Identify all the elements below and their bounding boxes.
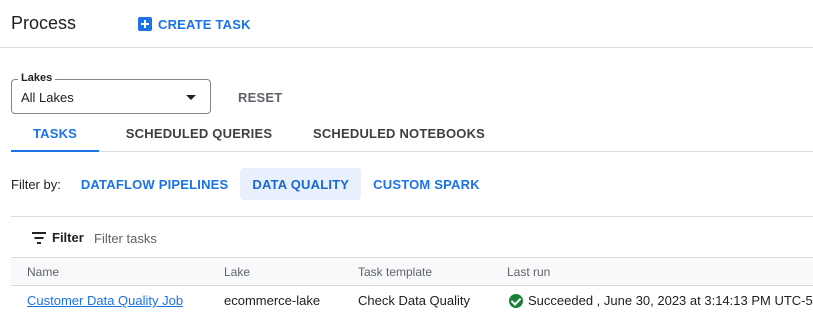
page-header: Process CREATE TASK bbox=[0, 0, 813, 48]
table-filter-bar: Filter bbox=[11, 216, 813, 257]
page-title: Process bbox=[11, 13, 77, 33]
tab-bar: TASKS SCHEDULED QUERIES SCHEDULED NOTEBO… bbox=[11, 116, 813, 152]
table-row: Customer Data Quality Job ecommerce-lake… bbox=[11, 286, 813, 315]
add-box-icon bbox=[138, 17, 152, 31]
reset-button[interactable]: RESET bbox=[238, 90, 282, 105]
lakes-select-label: Lakes bbox=[18, 72, 56, 84]
column-header-last-run[interactable]: Last run bbox=[507, 265, 550, 279]
create-task-button[interactable]: CREATE TASK bbox=[138, 15, 251, 33]
lakes-select-value: All Lakes bbox=[21, 90, 74, 105]
lakes-select[interactable]: Lakes All Lakes bbox=[11, 72, 211, 114]
task-template: Check Data Quality bbox=[358, 293, 470, 308]
column-header-name[interactable]: Name bbox=[27, 265, 59, 279]
chip-data-quality[interactable]: DATA QUALITY bbox=[240, 168, 362, 200]
filter-list-icon[interactable] bbox=[32, 232, 46, 244]
dropdown-arrow-icon bbox=[186, 95, 196, 100]
filter-label: Filter bbox=[52, 230, 84, 245]
filter-by-bar: Filter by: DATAFLOW PIPELINES DATA QUALI… bbox=[11, 168, 492, 200]
tab-scheduled-queries[interactable]: SCHEDULED QUERIES bbox=[99, 116, 299, 151]
create-task-label: CREATE TASK bbox=[158, 16, 251, 32]
tab-tasks[interactable]: TASKS bbox=[11, 116, 99, 152]
task-lake: ecommerce-lake bbox=[224, 293, 321, 308]
task-name-link[interactable]: Customer Data Quality Job bbox=[27, 293, 183, 308]
task-last-run: Succeeded , June 30, 2023 at 3:14:13 PM … bbox=[528, 293, 813, 308]
filter-by-label: Filter by: bbox=[11, 176, 61, 192]
check-circle-icon bbox=[509, 294, 523, 308]
filter-tasks-input[interactable] bbox=[94, 228, 394, 248]
tab-scheduled-notebooks[interactable]: SCHEDULED NOTEBOOKS bbox=[299, 116, 499, 151]
table-header-row: Name Lake Task template Last run bbox=[11, 257, 813, 286]
column-header-task-template[interactable]: Task template bbox=[358, 265, 432, 279]
chip-custom-spark[interactable]: CUSTOM SPARK bbox=[361, 168, 492, 200]
chip-dataflow-pipelines[interactable]: DATAFLOW PIPELINES bbox=[69, 168, 241, 200]
column-header-lake[interactable]: Lake bbox=[224, 265, 250, 279]
